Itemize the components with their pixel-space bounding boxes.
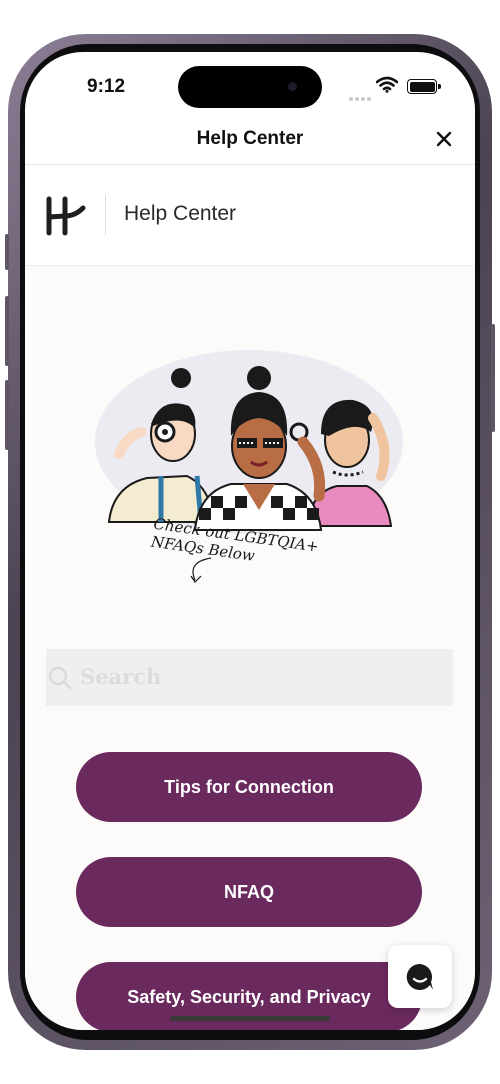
status-time: 9:12 [87,76,126,97]
chat-bubble-icon [406,963,433,990]
hinge-logo-icon [46,196,86,236]
mute-switch [5,234,9,270]
chat-button[interactable] [388,945,452,1008]
nfaq-button[interactable]: NFAQ [76,857,422,927]
main-content: Check out LGBTQIA+ NFAQs Below Search Ti… [25,266,475,1030]
search-placeholder: Search [80,664,162,689]
signal-icon [349,88,373,106]
brand-title: Help Center [124,202,237,225]
nav-bar: Help Center [25,112,475,165]
lgbtqia-illustration: Check out LGBTQIA+ NFAQs Below [95,350,403,583]
nav-title: Help Center [196,128,304,149]
battery-icon [407,79,441,94]
tips-for-connection-button[interactable]: Tips for Connection [76,752,422,822]
search-icon [48,666,72,690]
brand-header: Help Center [25,165,475,266]
button-label: Tips for Connection [164,776,334,797]
dynamic-island [178,66,322,108]
power-button [491,324,495,432]
volume-up-button [5,296,9,366]
home-indicator[interactable] [170,1016,330,1021]
wifi-icon [376,76,398,93]
close-icon[interactable] [430,125,458,153]
button-label: Safety, Security, and Privacy [127,986,371,1007]
screen: 9:12 Help Center Help Center Check out L… [25,52,475,1030]
volume-down-button [5,380,9,450]
search-bar[interactable]: Search [46,649,453,706]
brand-divider [105,195,106,235]
button-label: NFAQ [223,881,274,902]
curly-arrow-icon [190,557,212,583]
status-bar: 9:12 [25,52,475,112]
